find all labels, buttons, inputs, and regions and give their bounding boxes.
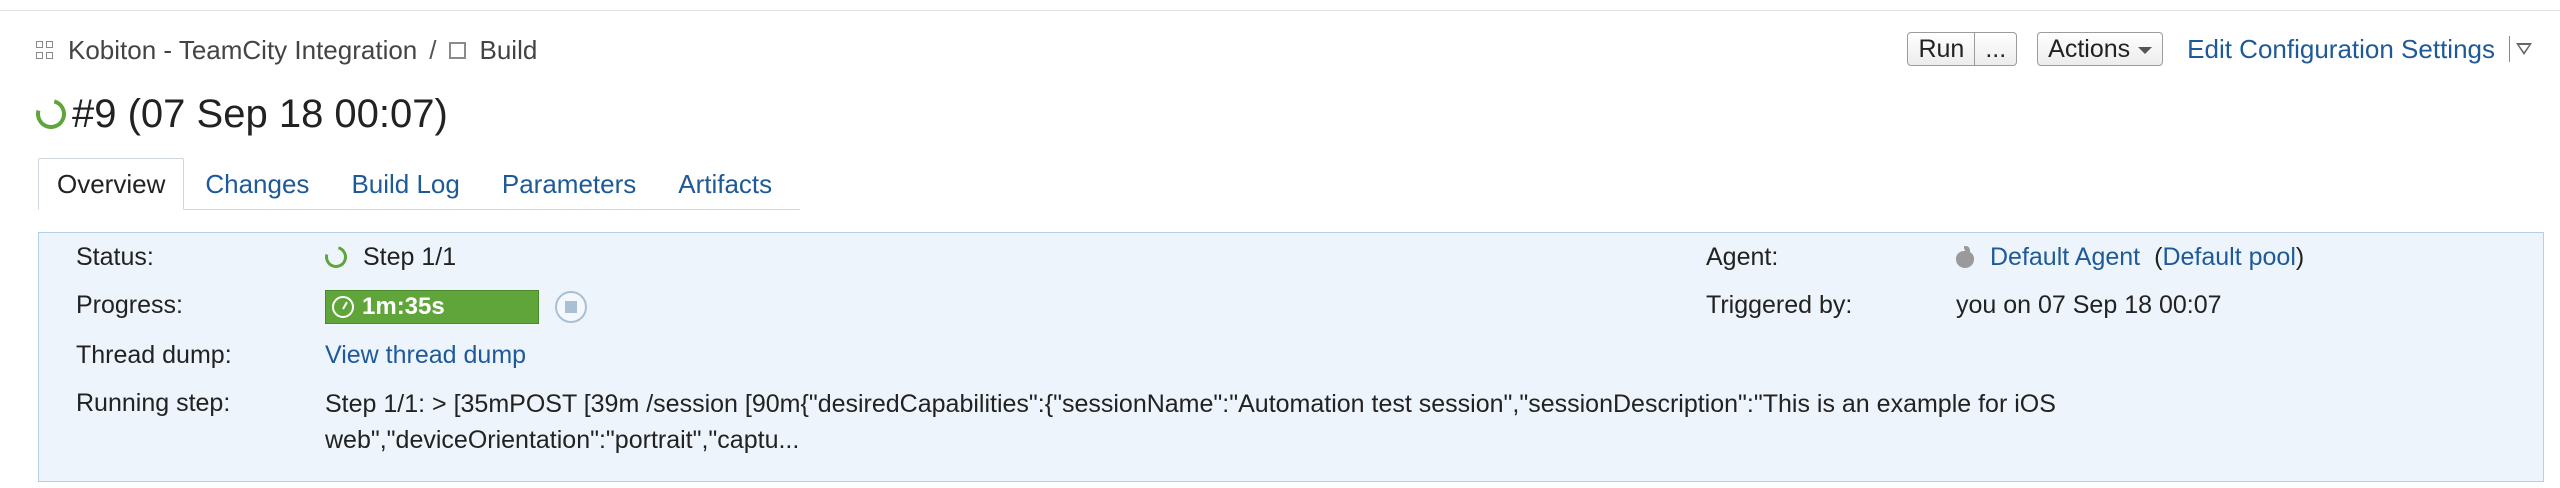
apple-icon [1956, 246, 1974, 268]
edit-configuration-link[interactable]: Edit Configuration Settings [2187, 34, 2495, 65]
tab-artifacts[interactable]: Artifacts [657, 159, 793, 209]
actions-label: Actions [2048, 34, 2131, 63]
running-step-label: Running step: [76, 389, 231, 417]
stopwatch-icon [332, 296, 354, 318]
tab-changes[interactable]: Changes [184, 159, 330, 209]
dropdown-caret-icon [2138, 47, 2153, 54]
running-spinner-icon [30, 93, 72, 135]
status-value-row: Step 1/1 [320, 240, 457, 274]
triggered-by-value: you on 07 Sep 18 00:07 [1956, 291, 2222, 319]
top-divider [0, 10, 2560, 11]
view-thread-dump-link[interactable]: View thread dump [325, 341, 526, 370]
progress-value: 1m:35s [362, 293, 445, 320]
tab-overview[interactable]: Overview [38, 158, 185, 210]
breadcrumb-project[interactable]: Kobiton - TeamCity Integration [68, 35, 417, 66]
page-title: #9 (07 Sep 18 00:07) [72, 91, 448, 136]
tab-parameters[interactable]: Parameters [481, 159, 657, 209]
agent-value-row: Default Agent ( Default pool ) [1956, 240, 2304, 274]
progress-bar: 1m:35s [325, 290, 539, 324]
progress-label: Progress: [76, 291, 183, 319]
build-tabs: Overview Changes Build Log Parameters Ar… [38, 158, 800, 210]
running-step-value: Step 1/1: > [35mPOST [39m /session [90m{… [325, 390, 2056, 454]
agent-name-link[interactable]: Default Agent [1990, 243, 2140, 272]
header-actions: Run ... Actions Edit Configuration Setti… [1907, 31, 2532, 67]
run-button-group: Run ... [1907, 32, 2018, 66]
header-divider [2509, 36, 2510, 62]
breadcrumb: Kobiton - TeamCity Integration / Build [36, 34, 537, 66]
triggered-by-label: Triggered by: [1706, 291, 1853, 319]
status-value: Step 1/1 [363, 242, 457, 271]
progress-row: 1m:35s [325, 289, 587, 325]
agent-pool-link[interactable]: Default pool [2162, 243, 2295, 272]
agent-pool-open: ( [2154, 242, 2163, 271]
running-spinner-icon [320, 241, 352, 273]
breadcrumb-build-config[interactable]: Build [480, 35, 538, 66]
tab-build-log[interactable]: Build Log [330, 159, 480, 209]
run-custom-button[interactable]: ... [1975, 32, 2018, 66]
thread-dump-label: Thread dump: [76, 341, 232, 369]
agent-label: Agent: [1706, 243, 1779, 271]
run-button[interactable]: Run [1907, 32, 1976, 66]
build-config-icon [448, 41, 466, 59]
stop-icon [565, 301, 577, 313]
more-options-icon[interactable] [2516, 43, 2532, 55]
breadcrumb-separator: / [429, 34, 437, 65]
build-title-row: #9 (07 Sep 18 00:07) [30, 88, 448, 140]
project-grid-icon [36, 41, 54, 59]
actions-dropdown[interactable]: Actions [2037, 32, 2164, 66]
status-label: Status: [76, 243, 154, 271]
agent-pool-close: ) [2295, 242, 2305, 271]
stop-build-button[interactable] [555, 291, 587, 323]
